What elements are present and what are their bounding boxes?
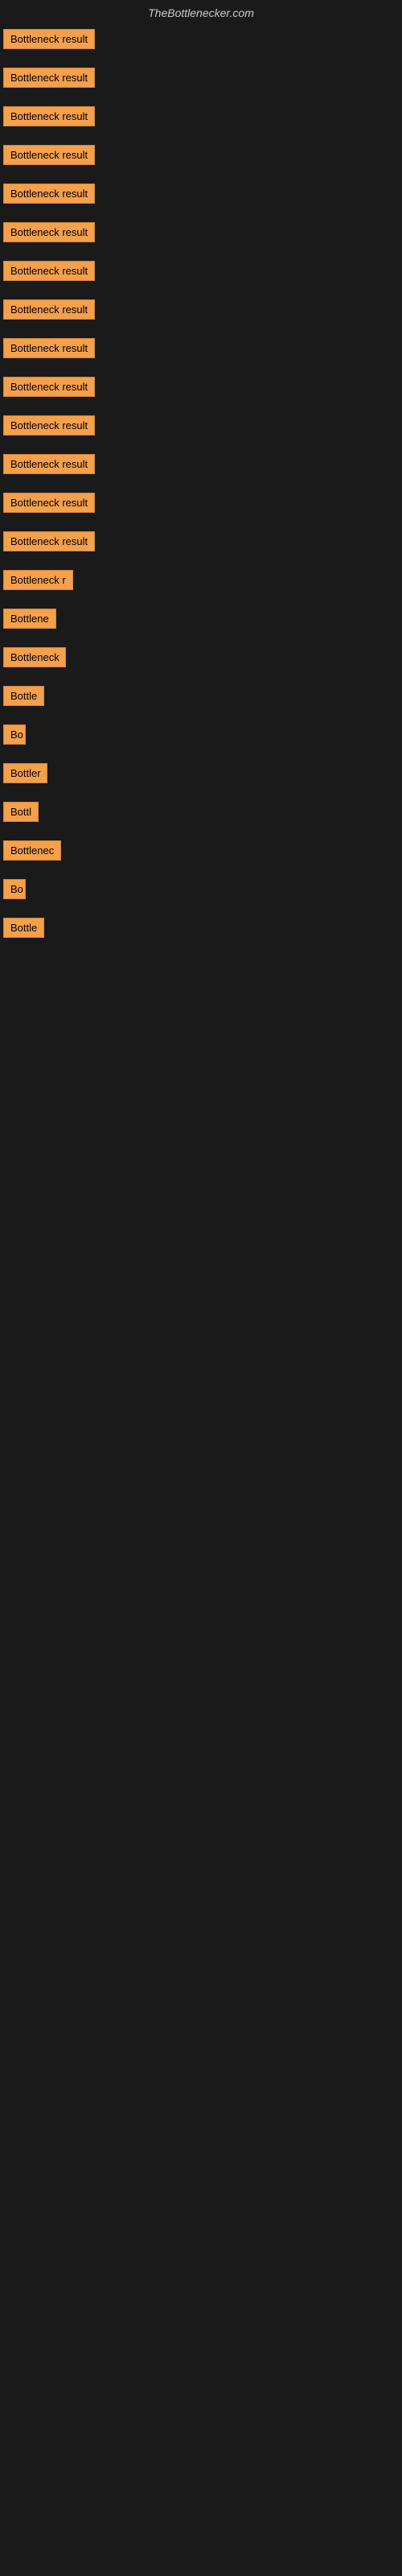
bottleneck-result-badge[interactable]: Bottleneck result — [3, 145, 95, 165]
bottleneck-result-badge[interactable]: Bottleneck result — [3, 184, 95, 204]
bottleneck-result-badge[interactable]: Bottleneck result — [3, 222, 95, 242]
result-row-4: Bottleneck result — [0, 142, 402, 172]
bottleneck-result-badge[interactable]: Bottleneck result — [3, 261, 95, 281]
result-row-7: Bottleneck result — [0, 258, 402, 288]
bottleneck-result-badge[interactable]: Bottleneck result — [3, 68, 95, 88]
bottleneck-result-badge[interactable]: Bo — [3, 724, 26, 745]
bottleneck-result-badge[interactable]: Bottleneck result — [3, 454, 95, 474]
bottleneck-result-badge[interactable]: Bottleneck result — [3, 29, 95, 49]
bottleneck-result-badge[interactable]: Bottleneck result — [3, 106, 95, 126]
bottleneck-result-badge[interactable]: Bottlenec — [3, 840, 61, 861]
bottleneck-result-badge[interactable]: Bottleneck result — [3, 377, 95, 397]
bottleneck-result-badge[interactable]: Bottle — [3, 918, 44, 938]
result-row-3: Bottleneck result — [0, 103, 402, 134]
bottleneck-result-badge[interactable]: Bottleneck result — [3, 338, 95, 358]
result-row-6: Bottleneck result — [0, 219, 402, 250]
result-row-1: Bottleneck result — [0, 26, 402, 56]
bottleneck-result-badge[interactable]: Bottleneck result — [3, 415, 95, 436]
result-row-12: Bottleneck result — [0, 451, 402, 481]
result-row-13: Bottleneck result — [0, 489, 402, 520]
bottleneck-result-badge[interactable]: Bottleneck result — [3, 299, 95, 320]
results-container: Bottleneck result Bottleneck result Bottle… — [0, 23, 402, 956]
result-row-18: Bottle — [0, 683, 402, 713]
result-row-24: Bottle — [0, 914, 402, 945]
bottleneck-result-badge[interactable]: Bottleneck result — [3, 493, 95, 513]
bottleneck-result-badge[interactable]: Bottleneck — [3, 647, 66, 667]
result-row-2: Bottleneck result — [0, 64, 402, 95]
site-header: TheBottlenecker.com — [0, 0, 402, 23]
result-row-17: Bottleneck — [0, 644, 402, 675]
bottleneck-result-badge[interactable]: Bottle — [3, 686, 44, 706]
result-row-5: Bottleneck result — [0, 180, 402, 211]
result-row-8: Bottleneck result — [0, 296, 402, 327]
result-row-16: Bottlene — [0, 605, 402, 636]
result-row-22: Bottlenec — [0, 837, 402, 868]
bottleneck-result-badge[interactable]: Bottleneck r — [3, 570, 73, 590]
result-row-20: Bottler — [0, 760, 402, 791]
result-row-9: Bottleneck result — [0, 335, 402, 365]
bottleneck-result-badge[interactable]: Bottl — [3, 802, 39, 822]
bottleneck-result-badge[interactable]: Bottlene — [3, 609, 56, 629]
bottleneck-result-badge[interactable]: Bottler — [3, 763, 47, 783]
result-row-11: Bottleneck result — [0, 412, 402, 443]
result-row-10: Bottleneck result — [0, 374, 402, 404]
result-row-15: Bottleneck r — [0, 567, 402, 597]
bottleneck-result-badge[interactable]: Bo — [3, 879, 26, 899]
result-row-21: Bottl — [0, 799, 402, 829]
result-row-19: Bo — [0, 721, 402, 752]
result-row-14: Bottleneck result — [0, 528, 402, 559]
result-row-23: Bo — [0, 876, 402, 906]
site-title: TheBottlenecker.com — [0, 0, 402, 23]
bottleneck-result-badge[interactable]: Bottleneck result — [3, 531, 95, 551]
